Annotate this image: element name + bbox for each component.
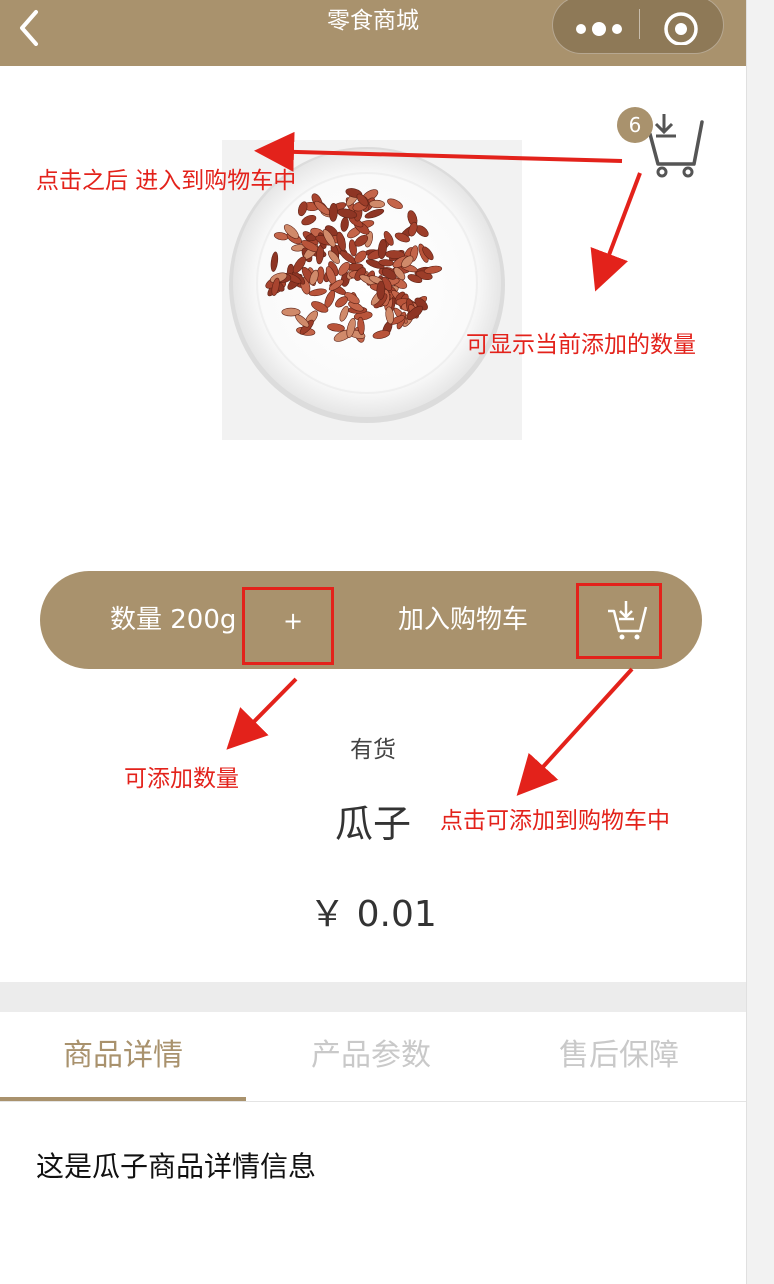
seed-shape	[369, 199, 385, 209]
scrollbar-gutter	[746, 0, 774, 1284]
detail-tabs: 商品详情 产品参数 售后保障	[0, 1012, 746, 1102]
app-page: 零食商城 6 点击之后 进入到购物车中 可显示当前添加的数量 可添加数量 点击可…	[0, 0, 746, 1284]
active-tab-indicator	[0, 1097, 246, 1101]
navbar: 零食商城	[0, 0, 746, 66]
close-circle-icon[interactable]	[661, 5, 701, 45]
annotation-enter-cart: 点击之后 进入到购物车中	[36, 168, 297, 194]
highlight-plus-box	[242, 587, 334, 665]
mini-program-capsule	[552, 0, 724, 54]
tab-after-sales[interactable]: 售后保障	[496, 1012, 742, 1102]
capsule-divider	[639, 9, 640, 39]
cart-count-badge: 6	[617, 107, 653, 143]
highlight-cart-box	[576, 583, 662, 659]
quantity-label: 数量 200g	[110, 605, 237, 635]
section-divider	[0, 982, 746, 1012]
stock-status: 有货	[350, 737, 396, 763]
tab-product-params[interactable]: 产品参数	[248, 1012, 494, 1102]
product-name: 瓜子	[334, 802, 411, 846]
product-price: ￥ 0.01	[309, 894, 437, 935]
annotation-show-count: 可显示当前添加的数量	[466, 332, 696, 358]
add-to-cart-label[interactable]: 加入购物车	[398, 603, 528, 637]
annotation-add-quantity: 可添加数量	[124, 766, 239, 792]
more-dots-icon[interactable]	[567, 5, 631, 45]
product-detail-text: 这是瓜子商品详情信息	[36, 1150, 317, 1183]
tab-product-detail[interactable]: 商品详情	[0, 1012, 246, 1102]
